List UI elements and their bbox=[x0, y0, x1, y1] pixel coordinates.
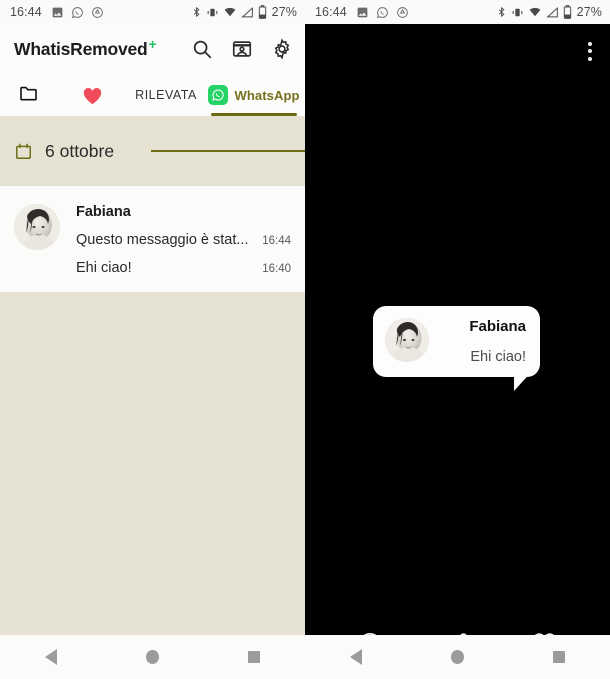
calendar-icon bbox=[14, 142, 33, 161]
avatar bbox=[14, 204, 60, 250]
wifi-icon bbox=[224, 7, 236, 16]
left-phone-panel: 16:44 27% WhatisRemoved + RILEVATA Whats… bbox=[0, 0, 305, 679]
vibrate-icon bbox=[207, 8, 218, 16]
drive-icon bbox=[91, 6, 103, 18]
tab-folder[interactable] bbox=[0, 74, 62, 116]
bubble-body: Fabiana Ehi ciao! bbox=[439, 318, 526, 365]
recents-square-icon[interactable] bbox=[224, 635, 284, 679]
battery-icon bbox=[258, 5, 266, 19]
dual-phone-screenshot: 16:44 27% WhatisRemoved + RILEVATA Whats… bbox=[0, 0, 610, 679]
message-text: Questo messaggio è stat... bbox=[76, 232, 249, 248]
bluetooth-icon bbox=[193, 6, 200, 18]
right-phone-panel: 16:44 27% Fabiana Ehi ciao! bbox=[305, 0, 610, 679]
whatsapp-icon bbox=[376, 6, 388, 18]
status-notification-icons bbox=[356, 6, 409, 19]
drive-icon bbox=[396, 6, 408, 18]
message-line: Ehi ciao! 16:40 bbox=[76, 260, 291, 276]
back-triangle-icon[interactable] bbox=[21, 635, 81, 679]
bubble-tail bbox=[514, 369, 534, 391]
status-bar-right: 16:44 27% bbox=[305, 0, 610, 24]
message-list-item[interactable]: Fabiana Questo messaggio è stat... 16:44… bbox=[0, 186, 305, 292]
message-time: 16:40 bbox=[262, 263, 291, 275]
app-bar: WhatisRemoved + bbox=[0, 24, 305, 74]
nav-bar-right bbox=[305, 635, 610, 679]
message-body: Fabiana Questo messaggio è stat... 16:44… bbox=[76, 204, 291, 276]
status-system-icons: 27% bbox=[191, 5, 297, 19]
message-bubble: Fabiana Ehi ciao! bbox=[373, 306, 540, 391]
photo-icon bbox=[52, 7, 63, 17]
vibrate-icon bbox=[512, 8, 523, 16]
empty-list-area bbox=[0, 292, 305, 679]
bubble-text: Ehi ciao! bbox=[470, 349, 526, 365]
message-text: Ehi ciao! bbox=[76, 260, 132, 276]
whatsapp-badge-icon bbox=[208, 85, 229, 105]
app-title: WhatisRemoved bbox=[14, 38, 148, 59]
recents-square-icon[interactable] bbox=[529, 635, 589, 679]
message-line: Questo messaggio è stat... 16:44 bbox=[76, 232, 291, 248]
wifi-icon bbox=[529, 7, 541, 16]
tab-detected[interactable]: RILEVATA bbox=[129, 74, 203, 116]
status-notification-icons bbox=[51, 6, 104, 19]
signal-icon bbox=[241, 6, 253, 17]
gallery-icon[interactable] bbox=[231, 38, 253, 60]
folder-icon bbox=[17, 83, 40, 108]
whatsapp-icon bbox=[71, 6, 83, 18]
left-content-column: WhatisRemoved + RILEVATA WhatsApp 6 otto… bbox=[0, 24, 305, 679]
status-system-icons: 27% bbox=[496, 5, 602, 19]
battery-percent: 27% bbox=[576, 5, 602, 19]
app-bar-actions bbox=[191, 38, 293, 60]
search-icon[interactable] bbox=[191, 38, 213, 60]
message-time: 16:44 bbox=[262, 235, 291, 247]
date-divider-rule bbox=[151, 150, 305, 152]
tab-active-indicator bbox=[211, 113, 297, 116]
tab-detected-label: RILEVATA bbox=[135, 88, 197, 102]
home-circle-icon[interactable] bbox=[427, 635, 487, 679]
avatar bbox=[385, 318, 429, 362]
nav-bar-left bbox=[0, 635, 305, 679]
message-sender: Fabiana bbox=[76, 204, 131, 220]
status-clock: 16:44 bbox=[10, 5, 42, 19]
tab-whatsapp[interactable]: WhatsApp bbox=[203, 74, 305, 116]
tab-favorite[interactable] bbox=[62, 74, 129, 116]
battery-icon bbox=[563, 5, 571, 19]
signal-icon bbox=[546, 6, 558, 17]
date-label: 6 ottobre bbox=[45, 140, 115, 161]
message-preview-area: Fabiana Ehi ciao! bbox=[305, 78, 610, 609]
back-triangle-icon[interactable] bbox=[326, 635, 386, 679]
status-bar-left: 16:44 27% bbox=[0, 0, 305, 24]
tab-whatsapp-label: WhatsApp bbox=[234, 87, 300, 103]
status-clock: 16:44 bbox=[315, 5, 347, 19]
date-section-header: 6 ottobre bbox=[0, 116, 305, 186]
tab-bar: RILEVATA WhatsApp bbox=[0, 74, 305, 116]
battery-percent: 27% bbox=[271, 5, 297, 19]
right-content-column: Fabiana Ehi ciao! bbox=[305, 24, 610, 679]
app-title-plus-badge: + bbox=[148, 36, 157, 52]
heart-icon bbox=[82, 86, 103, 105]
bubble-sender: Fabiana bbox=[469, 318, 526, 335]
settings-gear-icon[interactable] bbox=[271, 38, 293, 60]
right-top-bar bbox=[305, 24, 610, 78]
bluetooth-icon bbox=[498, 6, 505, 18]
kebab-menu-icon[interactable] bbox=[584, 36, 596, 67]
home-circle-icon[interactable] bbox=[122, 635, 182, 679]
photo-icon bbox=[357, 7, 368, 17]
